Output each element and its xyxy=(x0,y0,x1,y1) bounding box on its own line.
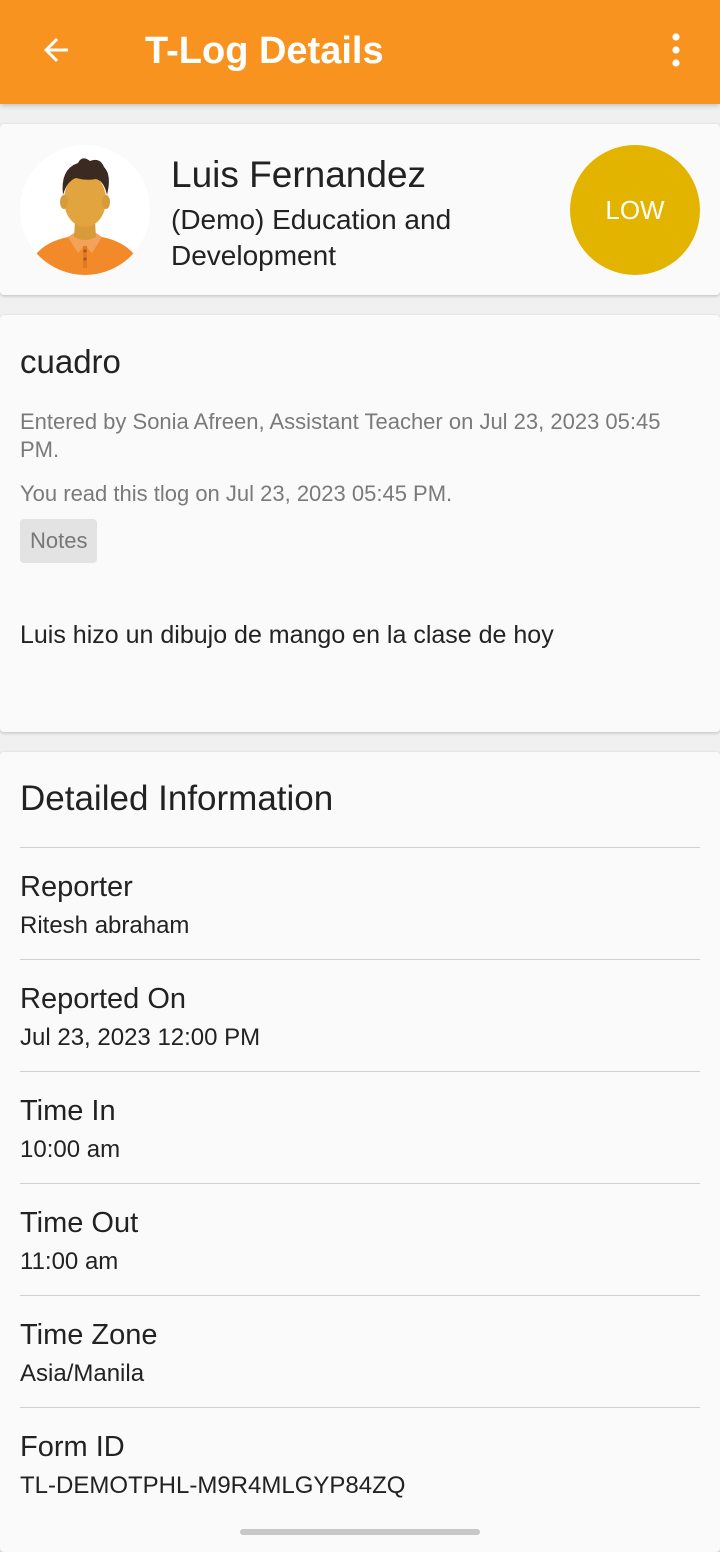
tlog-body: Luis hizo un dibujo de mango en la clase… xyxy=(20,621,554,649)
form-id-label: Form ID xyxy=(20,1431,125,1463)
divider xyxy=(20,1407,700,1408)
time-zone-value: Asia/Manila xyxy=(20,1360,145,1387)
more-vertical-icon xyxy=(672,33,680,67)
time-out-value: 11:00 am xyxy=(20,1248,119,1275)
arrow-left-icon xyxy=(44,38,68,62)
time-out-label: Time Out xyxy=(20,1207,139,1239)
student-program: (Demo) Education and Development xyxy=(171,204,452,271)
divider xyxy=(20,959,700,960)
read-status-text: You read this tlog on Jul 23, 2023 05:45… xyxy=(20,481,453,506)
tlog-title: cuadro xyxy=(20,343,121,380)
overflow-menu-button[interactable] xyxy=(654,22,698,78)
time-in-value: 10:00 am xyxy=(20,1136,121,1163)
student-name: Luis Fernandez xyxy=(171,154,427,195)
divider xyxy=(20,1183,700,1184)
form-id-value: TL-DEMOTPHL-M9R4MLGYP84ZQ xyxy=(20,1472,406,1499)
entered-by-text: Entered by Sonia Afreen, Assistant Teach… xyxy=(20,409,661,462)
section-heading: Detailed Information xyxy=(20,779,334,818)
app-bar: T-Log Details xyxy=(0,0,720,104)
notes-tag: Notes xyxy=(20,519,98,563)
time-in-label: Time In xyxy=(20,1095,116,1127)
reporter-label: Reporter xyxy=(20,871,133,903)
priority-badge: LOW xyxy=(570,145,700,275)
divider xyxy=(20,1295,700,1296)
divider xyxy=(20,847,700,848)
divider xyxy=(20,1071,700,1072)
page-title: T-Log Details xyxy=(145,30,384,72)
student-avatar-icon xyxy=(20,145,150,275)
reported-on-value: Jul 23, 2023 12:00 PM xyxy=(20,1024,261,1051)
avatar[interactable] xyxy=(20,145,150,275)
reporter-value: Ritesh abraham xyxy=(20,912,190,939)
home-indicator[interactable] xyxy=(240,1529,480,1535)
back-button[interactable] xyxy=(28,22,84,78)
reported-on-label: Reported On xyxy=(20,983,187,1015)
time-zone-label: Time Zone xyxy=(20,1319,158,1351)
